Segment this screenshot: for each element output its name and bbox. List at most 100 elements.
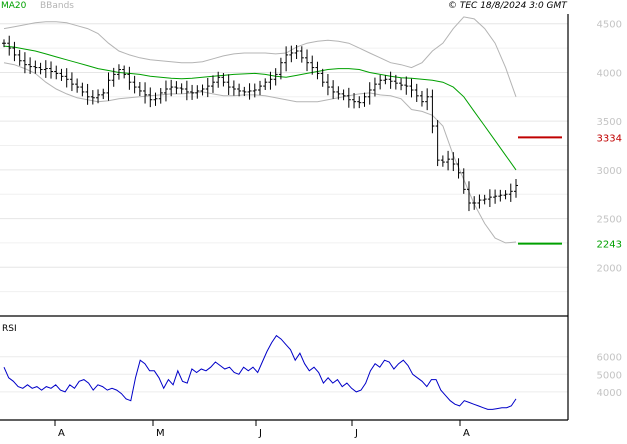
ohlc-bar (216, 71, 221, 88)
ohlc-bar (325, 74, 330, 96)
price-y-tick-label: 2000 (597, 263, 622, 274)
ohlc-bar (414, 83, 419, 102)
x-axis-label: A (463, 428, 470, 439)
rsi-y-tick-label: 4000 (597, 388, 622, 399)
ohlc-bar (17, 49, 22, 66)
ohlc-bar (158, 88, 163, 104)
ohlc-bar (399, 78, 404, 91)
ohlc-bar (22, 52, 27, 74)
ma20-polyline (3, 45, 517, 171)
ohlc-bar (409, 78, 414, 98)
price-y-ticks: 4500 4000 3500 3000 2500 2000 (597, 20, 622, 275)
price-level-label: 3334 (597, 133, 622, 144)
ohlc-bar (284, 46, 289, 72)
ohlc-bar (210, 75, 215, 93)
ohlc-bar (75, 78, 80, 93)
rsi-gridlines (0, 356, 568, 393)
ohlc-bar (258, 80, 262, 96)
ohlc-bar (299, 46, 304, 63)
ohlc-bar (503, 190, 508, 200)
ohlc-bar (278, 57, 283, 80)
bollinger-bands (3, 16, 517, 244)
copyright-label: © TEC 18/8/2024 3:0 GMT (448, 1, 568, 11)
ohlc-bar (64, 68, 69, 88)
ma20-line (3, 45, 517, 171)
ohlc-bar (315, 61, 320, 80)
ohlc-bar (508, 183, 513, 202)
ohlc-bar (419, 90, 424, 107)
ohlc-bar (111, 67, 116, 87)
rsi-panel-title: RSI (2, 324, 17, 334)
x-axis-label: J (258, 428, 262, 439)
ohlc-bar (493, 189, 498, 204)
ohlc-bar (425, 88, 430, 111)
price-levels: 3334 2243 (518, 133, 622, 251)
ohlc-bar (163, 80, 168, 102)
ohlc-bar (7, 35, 12, 56)
stock-chart: MA20 BBands © TEC 18/8/2024 3:0 GMT 3334… (0, 0, 627, 440)
ohlc-bar (388, 71, 393, 89)
ohlc-bar (498, 189, 503, 202)
ohlc-bar (174, 81, 179, 94)
x-axis-labels: AMJJA (54, 420, 470, 439)
ohlc-bar (440, 155, 445, 167)
ohlc-bar (404, 76, 409, 95)
ohlc-bar (514, 179, 518, 198)
ohlc-bar (446, 150, 451, 171)
ohlc-bar (153, 92, 158, 106)
ohlc-bar (205, 78, 210, 98)
ohlc-bar (456, 158, 461, 179)
ohlc-bar (69, 72, 74, 92)
price-y-tick-label: 3000 (597, 166, 622, 177)
ohlc-bar (200, 84, 205, 96)
ohlc-bar (263, 78, 268, 90)
rsi-y-ticks: 6000 5000 4000 (597, 353, 622, 399)
price-y-tick-label: 2500 (597, 215, 622, 226)
ohlc-bar (132, 75, 137, 94)
ohlc-bar (435, 120, 440, 167)
ohlc-bar (33, 60, 38, 74)
price-y-tick-label: 4500 (597, 20, 622, 31)
rsi-line (3, 334, 517, 410)
rsi-y-tick-label: 5000 (597, 370, 622, 381)
ohlc-bar (331, 80, 336, 99)
ohlc-bar (231, 80, 236, 96)
ohlc-bar (482, 194, 487, 205)
legend-ma20-label: MA20 (1, 1, 27, 11)
ohlc-bar (472, 196, 477, 210)
ohlc-bar (49, 61, 54, 79)
ohlc-bar (43, 60, 48, 78)
ohlc-bar (85, 83, 90, 105)
ohlc-bar (341, 89, 346, 101)
price-y-tick-label: 3500 (597, 117, 622, 128)
ohlc-bar (383, 75, 388, 85)
ohlc-bar (12, 41, 17, 62)
ohlc-bar (80, 82, 85, 97)
legend-bbands-label: BBands (40, 1, 74, 11)
x-axis-label: M (156, 428, 165, 439)
ohlc-bar (320, 68, 325, 87)
rsi-y-tick-label: 6000 (597, 353, 622, 364)
ohlc-bar (378, 74, 383, 90)
chart-svg: MA20 BBands © TEC 18/8/2024 3:0 GMT 3334… (0, 1, 622, 439)
ohlc-bar (362, 92, 367, 107)
ohlc-bar (487, 189, 492, 207)
x-axis-label: J (354, 428, 358, 439)
ohlc-bar (451, 152, 456, 172)
price-y-tick-label: 4000 (597, 68, 622, 79)
ohlc-bar (101, 88, 106, 100)
ohlc-bar (461, 168, 466, 194)
ohlc-bar (143, 82, 148, 104)
ohlc-bar (305, 49, 310, 72)
ohlc-bar (268, 71, 273, 90)
ohlc-bar (179, 83, 184, 94)
ohlc-bar (226, 74, 231, 95)
ohlc-bar (346, 87, 351, 108)
ohlc-bar (430, 89, 435, 134)
ohlc-bar (127, 66, 132, 90)
price-gridlines (0, 23, 568, 293)
ohlc-bar (477, 194, 482, 209)
ohlc-bar (137, 81, 142, 97)
ohlc-bar (90, 90, 95, 105)
rsi-polyline (3, 334, 517, 410)
